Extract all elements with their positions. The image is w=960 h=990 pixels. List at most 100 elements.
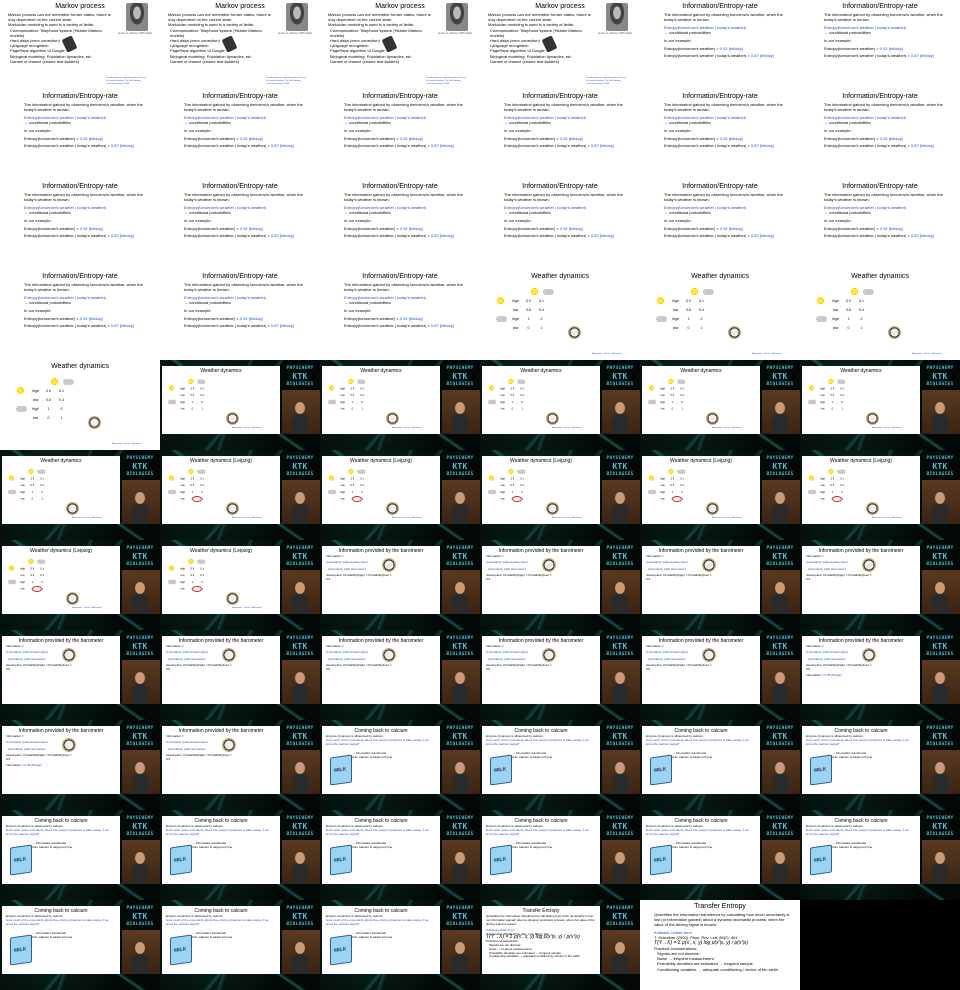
slide-thumbnail[interactable]: Weather dynamics (Leipzig) high 0.9 0.1 low 0… (0, 540, 160, 630)
slide-thumbnail[interactable]: Information/Entropy-rate The information … (640, 90, 800, 180)
slide-thumbnail[interactable]: Markov process Markov process can not rem… (320, 0, 480, 90)
slide-content: Weather dynamics high 0.9 0.1 low 0.6 0.4 high 1… (2, 456, 120, 524)
slide-thumbnail[interactable]: Coming back to calciumEnzyme dynamics is… (0, 900, 160, 990)
slide-thumbnail[interactable]: Weather dynamics high 0.9 0.1 low 0.6 0.4 high 1… (640, 360, 800, 450)
barometer-state: high (820, 476, 826, 480)
speaker-video (282, 750, 320, 794)
slide-thumbnail[interactable]: Coming back to calciumEnzyme dynamics is… (480, 810, 640, 900)
slide-thumbnail[interactable]: Weather dynamics high 0.9 0.1 low 0.6 0.4 high 1… (800, 270, 960, 360)
slide-thumbnail[interactable]: Weather dynamics high 0.9 0.1 low 0.6 0.4 high 1… (800, 360, 960, 450)
slide-thumbnail[interactable]: Weather dynamics (Leipzig) high 0.9 0.1 low 0… (160, 450, 320, 540)
slide-thumbnail[interactable]: Information provided by the barometer Inf… (320, 630, 480, 720)
slide-thumbnail[interactable]: Information/Entropy-rate The information … (640, 0, 800, 90)
slide-thumbnail[interactable]: Coming back to calciumEnzyme dynamics is… (800, 810, 960, 900)
slide-thumbnail[interactable]: Weather dynamics high 0.9 0.1 low 0.6 0.4 high 1… (0, 360, 160, 450)
conditional-entropy-value: 0.87 [bit/day] (270, 143, 294, 149)
slide-thumbnail[interactable]: Coming back to calciumEnzyme dynamics is… (320, 900, 480, 990)
slide-thumbnail[interactable]: Information/Entropy-rate The information … (160, 270, 320, 360)
speaker-video (602, 660, 640, 704)
slide-thumbnail[interactable]: Information/Entropy-rate The information … (0, 90, 160, 180)
entropy-line: Entropy(tomorrow's weather) = 0.92 [bit/… (824, 136, 946, 141)
slide-thumbnail[interactable]: Information provided by the barometer Inf… (0, 720, 160, 810)
citation-text: Barometer 'Cruiser' Hollywood (712, 517, 742, 519)
slide-thumbnail[interactable]: Weather dynamics high 0.9 0.1 low 0.6 0.4 high 1… (480, 270, 640, 360)
slide-thumbnail[interactable]: Coming back to calciumEnzyme dynamics is… (160, 810, 320, 900)
logo-line: KTK (932, 372, 948, 381)
slide-thumbnail[interactable]: Weather dynamics (Leipzig) high 0.9 0.1 low 0… (160, 540, 320, 630)
prob-cloud: 0 (841, 400, 843, 404)
slide-thumbnail[interactable]: Markov process Markov process can not rem… (160, 0, 320, 90)
slide-thumbnail[interactable]: Information/Entropy-rate The information … (640, 180, 800, 270)
slide-thumbnail[interactable]: Information provided by the barometer Inf… (800, 630, 960, 720)
slide-thumbnail[interactable]: Information/Entropy-rate The information … (320, 270, 480, 360)
slide-thumbnail[interactable]: Coming back to calciumEnzyme dynamics is… (640, 810, 800, 900)
slide-thumbnail[interactable]: Information provided by the barometer Inf… (480, 630, 640, 720)
slide-thumbnail[interactable]: Markov process Markov process can not rem… (0, 0, 160, 90)
slide-thumbnail[interactable]: Information/Entropy-rate The information … (480, 180, 640, 270)
slide-thumbnail[interactable]: Weather dynamics high 0.9 0.1 low 0.6 0.4 high 1… (160, 360, 320, 450)
slide-thumbnail[interactable]: Information provided by the barometer Inf… (640, 540, 800, 630)
slide-thumbnail[interactable]: Weather dynamics (Leipzig) high 0.9 0.1 low 0… (320, 450, 480, 540)
slide-thumbnail[interactable]: Information/Entropy-rate The information … (160, 90, 320, 180)
cloud-icon (816, 315, 827, 322)
slide-thumbnail[interactable]: Coming back to calciumEnzyme dynamics is… (640, 720, 800, 810)
slide-thumbnail[interactable]: Weather dynamics (Leipzig) high 0.9 0.1 low 0… (480, 450, 640, 540)
slide-thumbnail[interactable]: Coming back to calciumEnzyme dynamics is… (480, 720, 640, 810)
slide-thumbnail[interactable]: Weather dynamics (Leipzig) high 0.9 0.1 low 0… (640, 450, 800, 540)
prob-sun: 1 (191, 400, 194, 404)
prob-cloud: 0 (201, 400, 203, 404)
entropy-label: Entropy(tomorrow's weather) = (824, 135, 880, 141)
slide-thumbnail[interactable]: Information/Entropy-rate The information … (0, 180, 160, 270)
slide-thumbnail[interactable]: Transfer Entropy Quantifies the informati… (480, 900, 640, 990)
channel-logo: PHYSCHEMY KTK BIOLOGIES (282, 906, 318, 928)
calcium-conclusion: → Information transferred from calcium to… (32, 932, 116, 940)
slide-thumbnail[interactable]: Information/Entropy-rate The information … (320, 90, 480, 180)
slide-thumbnail[interactable]: Information/Entropy-rate The information … (0, 270, 160, 360)
logo-line: BIOLOGIES (286, 472, 314, 477)
slide-thumbnail[interactable]: Information/Entropy-rate The information … (160, 180, 320, 270)
slide-thumbnail[interactable]: Weather dynamics high 0.9 0.1 low 0.6 0.4 high 1… (480, 360, 640, 450)
milk-carton-icon (650, 754, 672, 786)
slide-body: Information = Uncertainty (without barome… (642, 644, 760, 675)
slide-thumbnail[interactable]: Information/Entropy-rate The information … (800, 0, 960, 90)
barometer-state: low (660, 406, 665, 410)
slide-thumbnail[interactable]: Coming back to calciumEnzyme dynamics is… (160, 900, 320, 990)
slide-title: Weather dynamics (51, 363, 109, 370)
slide-thumbnail[interactable]: Information/Entropy-rate The information … (800, 90, 960, 180)
calcium-conclusion: → Information transferred from calcium to… (832, 842, 916, 850)
slide-thumbnail[interactable]: Information provided by the barometer Inf… (160, 630, 320, 720)
table-row: low 0.6 0.4 (808, 482, 847, 489)
logo-line: BIOLOGIES (126, 472, 154, 477)
slide-thumbnail[interactable]: Information/Entropy-rate The information … (800, 180, 960, 270)
slide-thumbnail[interactable]: Information/Entropy-rate The information … (320, 180, 480, 270)
citation-text: Barometer 'Cruiser' Hollywood (392, 427, 422, 429)
slide-thumbnail[interactable]: Information provided by the barometer Inf… (160, 720, 320, 810)
slide-thumbnail[interactable]: Transfer Entropy Quantifies the informati… (640, 900, 800, 990)
cloud-icon (703, 288, 714, 295)
slide-thumbnail[interactable]: Weather dynamics high 0.9 0.1 low 0.6 0.4 high 1… (320, 360, 480, 450)
information-label: Information = (486, 644, 504, 648)
slide-body: Information = Uncertainty (without barome… (482, 554, 600, 585)
slide-thumbnail[interactable]: Coming back to calciumEnzyme dynamics is… (320, 810, 480, 900)
slide-thumbnail[interactable]: Weather dynamics (Leipzig) high 0.9 0.1 low 0… (800, 450, 960, 540)
slide-thumbnail[interactable]: Weather dynamics high 0.9 0.1 low 0.6 0.4 high 1… (0, 450, 160, 540)
slide-thumbnail[interactable]: Information provided by the barometer Inf… (0, 630, 160, 720)
slide-thumbnail[interactable]: Information provided by the barometer Inf… (480, 540, 640, 630)
slide-thumbnail[interactable]: Markov process Markov process can not rem… (480, 0, 640, 90)
table-row: high 0.9 0.1 (808, 474, 847, 482)
table-row: high 1 0 (488, 398, 527, 405)
slide-thumbnail[interactable]: Information provided by the barometer Inf… (320, 540, 480, 630)
slide-thumbnail[interactable]: Information provided by the barometer Inf… (800, 540, 960, 630)
slide-thumbnail[interactable]: Information/Entropy-rate The information … (480, 90, 640, 180)
entropy-label: Entropy(tomorrow's weather) = (824, 45, 880, 51)
slide-thumbnail[interactable]: Weather dynamics high 0.9 0.1 low 0.6 0.4 high 1… (640, 270, 800, 360)
slide-thumbnail[interactable]: Coming back to calciumEnzyme dynamics is… (320, 720, 480, 810)
slide-thumbnail[interactable]: Coming back to calciumEnzyme dynamics is… (0, 810, 160, 900)
slide-thumbnail[interactable]: Coming back to calciumEnzyme dynamics is… (800, 720, 960, 810)
barometer-state: high (820, 386, 826, 390)
slide-thumbnail[interactable]: Information provided by the barometer Inf… (640, 630, 800, 720)
slide-content: Coming back to calciumEnzyme dynamics is… (802, 726, 920, 794)
logo-line: KTK (612, 372, 628, 381)
speaker-video (282, 660, 320, 704)
cloud-icon (656, 315, 667, 322)
